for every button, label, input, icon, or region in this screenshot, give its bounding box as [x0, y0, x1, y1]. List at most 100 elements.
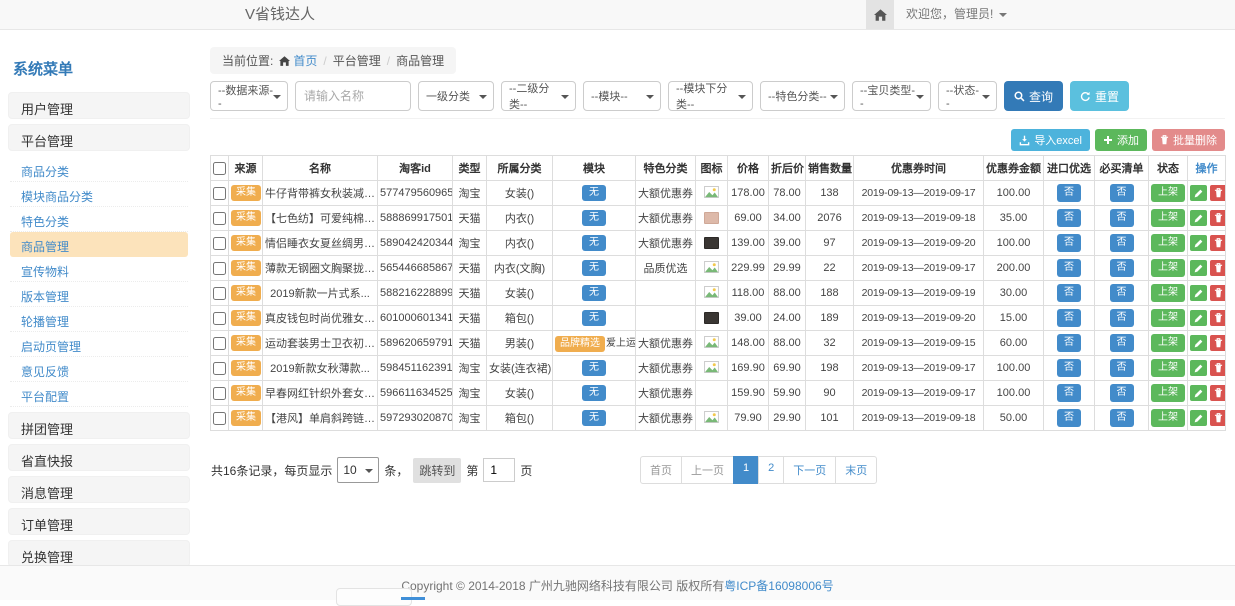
edit-button[interactable]: [1190, 210, 1207, 226]
import-optional-toggle[interactable]: 否: [1057, 309, 1081, 327]
status-on-sale-button[interactable]: 上架: [1151, 234, 1185, 252]
must-buy-toggle[interactable]: 否: [1110, 284, 1134, 302]
delete-button[interactable]: [1210, 185, 1226, 201]
page-button[interactable]: 2: [758, 456, 784, 484]
import-optional-toggle[interactable]: 否: [1057, 409, 1081, 427]
row-checkbox[interactable]: [213, 412, 226, 425]
row-checkbox[interactable]: [213, 187, 226, 200]
import-optional-toggle[interactable]: 否: [1057, 384, 1081, 402]
filter-select[interactable]: --模块--: [583, 81, 661, 111]
import-optional-toggle[interactable]: 否: [1057, 259, 1081, 277]
status-on-sale-button[interactable]: 上架: [1151, 209, 1185, 227]
icp-link[interactable]: 粤ICP备16098006号: [724, 579, 833, 593]
must-buy-toggle[interactable]: 否: [1110, 234, 1134, 252]
delete-button[interactable]: [1210, 385, 1226, 401]
row-checkbox[interactable]: [213, 212, 226, 225]
status-on-sale-button[interactable]: 上架: [1151, 409, 1185, 427]
edit-button[interactable]: [1190, 260, 1207, 276]
row-checkbox[interactable]: [213, 287, 226, 300]
filter-select[interactable]: --状态--: [938, 81, 997, 111]
sidebar-item[interactable]: 商品管理: [10, 232, 188, 257]
must-buy-toggle[interactable]: 否: [1110, 384, 1134, 402]
select-all-checkbox[interactable]: [213, 162, 226, 175]
must-buy-toggle[interactable]: 否: [1110, 309, 1134, 327]
must-buy-toggle[interactable]: 否: [1110, 409, 1134, 427]
must-buy-toggle[interactable]: 否: [1110, 334, 1134, 352]
edit-button[interactable]: [1190, 310, 1207, 326]
edit-button[interactable]: [1190, 285, 1207, 301]
import-optional-toggle[interactable]: 否: [1057, 184, 1081, 202]
status-on-sale-button[interactable]: 上架: [1151, 309, 1185, 327]
delete-button[interactable]: [1210, 235, 1226, 251]
filter-select[interactable]: --二级分类--: [501, 81, 576, 111]
sidebar-item[interactable]: 平台配置: [10, 382, 188, 407]
row-checkbox[interactable]: [213, 387, 226, 400]
sidebar-section-header[interactable]: 平台管理: [8, 124, 190, 151]
edit-button[interactable]: [1190, 410, 1207, 426]
sidebar-item[interactable]: 版本管理: [10, 282, 188, 307]
import-optional-toggle[interactable]: 否: [1057, 334, 1081, 352]
delete-button[interactable]: [1210, 210, 1226, 226]
edit-button[interactable]: [1190, 385, 1207, 401]
must-buy-toggle[interactable]: 否: [1110, 184, 1134, 202]
sidebar-item[interactable]: 商品分类: [10, 157, 188, 182]
page-button[interactable]: 1: [733, 456, 759, 484]
row-checkbox[interactable]: [213, 312, 226, 325]
import-optional-toggle[interactable]: 否: [1057, 209, 1081, 227]
sidebar-section-header[interactable]: 消息管理: [8, 476, 190, 503]
import-optional-toggle[interactable]: 否: [1057, 284, 1081, 302]
delete-button[interactable]: [1210, 360, 1226, 376]
import-excel-button[interactable]: 导入excel: [1011, 129, 1090, 151]
sidebar-item[interactable]: 宣传物料: [10, 257, 188, 282]
must-buy-toggle[interactable]: 否: [1110, 209, 1134, 227]
user-dropdown[interactable]: 欢迎您，管理员!: [906, 0, 1007, 29]
delete-button[interactable]: [1210, 310, 1226, 326]
row-checkbox[interactable]: [213, 237, 226, 250]
sidebar-item[interactable]: 意见反馈: [10, 357, 188, 382]
filter-select[interactable]: --数据来源--: [210, 81, 288, 111]
page-button[interactable]: 末页: [835, 456, 877, 484]
name-search-input[interactable]: [295, 81, 411, 111]
status-on-sale-button[interactable]: 上架: [1151, 184, 1185, 202]
jump-to-page-button[interactable]: 跳转到: [413, 458, 461, 483]
sidebar-section-header[interactable]: 订单管理: [8, 508, 190, 535]
page-button[interactable]: 下一页: [783, 456, 836, 484]
reset-button[interactable]: 重置: [1070, 81, 1129, 111]
delete-button[interactable]: [1210, 260, 1226, 276]
status-on-sale-button[interactable]: 上架: [1151, 384, 1185, 402]
must-buy-toggle[interactable]: 否: [1110, 359, 1134, 377]
sidebar-section-header[interactable]: 兑换管理: [8, 540, 190, 567]
status-on-sale-button[interactable]: 上架: [1151, 259, 1185, 277]
per-page-select[interactable]: 10: [337, 457, 379, 483]
filter-select[interactable]: 一级分类: [418, 81, 494, 111]
home-nav-button[interactable]: [866, 0, 894, 29]
sidebar-section-header[interactable]: 省直快报: [8, 444, 190, 471]
status-on-sale-button[interactable]: 上架: [1151, 359, 1185, 377]
delete-button[interactable]: [1210, 410, 1226, 426]
batch-delete-button[interactable]: 批量删除: [1152, 129, 1225, 151]
edit-button[interactable]: [1190, 185, 1207, 201]
edit-button[interactable]: [1190, 335, 1207, 351]
row-checkbox[interactable]: [213, 337, 226, 350]
row-checkbox[interactable]: [213, 362, 226, 375]
page-number-input[interactable]: [483, 458, 515, 482]
must-buy-toggle[interactable]: 否: [1110, 259, 1134, 277]
import-optional-toggle[interactable]: 否: [1057, 359, 1081, 377]
edit-button[interactable]: [1190, 360, 1207, 376]
edit-button[interactable]: [1190, 235, 1207, 251]
status-on-sale-button[interactable]: 上架: [1151, 334, 1185, 352]
delete-button[interactable]: [1210, 335, 1226, 351]
sidebar-item[interactable]: 模块商品分类: [10, 182, 188, 207]
sidebar-section-header[interactable]: 用户管理: [8, 92, 190, 119]
import-optional-toggle[interactable]: 否: [1057, 234, 1081, 252]
status-on-sale-button[interactable]: 上架: [1151, 284, 1185, 302]
add-button[interactable]: 添加: [1095, 129, 1147, 151]
filter-select[interactable]: --宝贝类型--: [852, 81, 931, 111]
filter-select[interactable]: --特色分类--: [760, 81, 845, 111]
sidebar-item[interactable]: 特色分类: [10, 207, 188, 232]
filter-select[interactable]: --模块下分类--: [668, 81, 753, 111]
sidebar-section-header[interactable]: 拼团管理: [8, 412, 190, 439]
sidebar-item[interactable]: 启动页管理: [10, 332, 188, 357]
search-button[interactable]: 查询: [1004, 81, 1063, 111]
breadcrumb-home-link[interactable]: 首页: [279, 52, 317, 69]
